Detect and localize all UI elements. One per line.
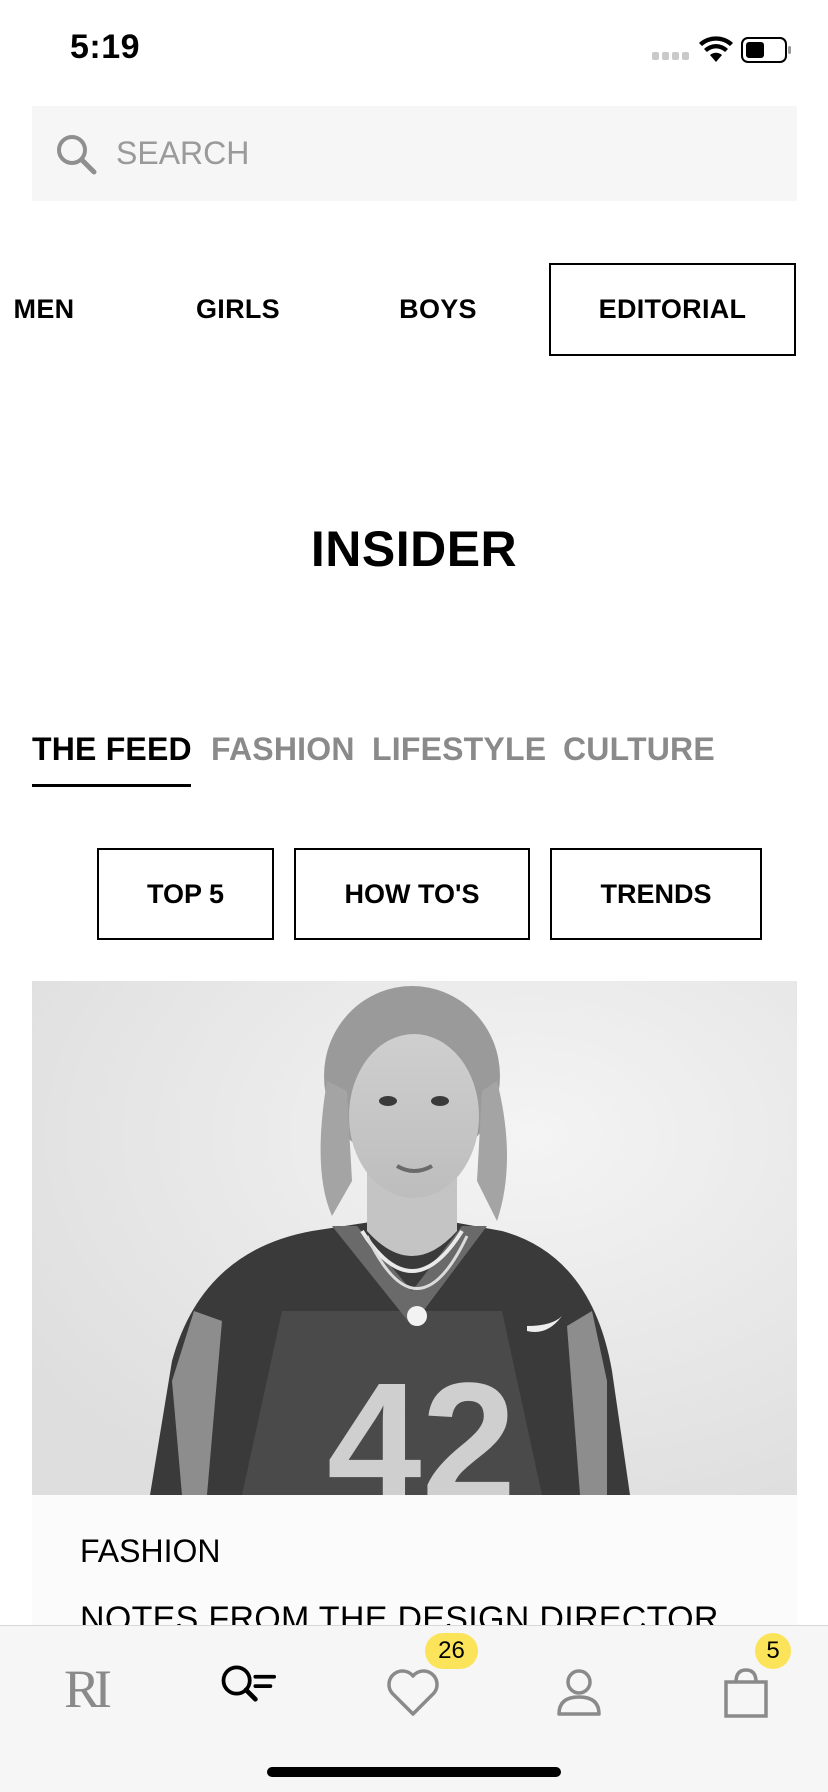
tab-lifestyle[interactable]: LIFESTYLE	[372, 731, 546, 768]
filter-how-tos[interactable]: HOW TO'S	[294, 848, 530, 940]
page-title: INSIDER	[310, 521, 518, 577]
svg-text:42: 42	[327, 1348, 516, 1495]
logo-icon[interactable]: RI	[55, 1654, 115, 1724]
active-tab-indicator	[32, 784, 191, 787]
article-category: FASHION	[80, 1533, 221, 1569]
tab-the-feed[interactable]: THE FEED	[32, 731, 192, 768]
portrait-photo: 42	[32, 981, 797, 1495]
logo-text: RI	[64, 1659, 112, 1719]
wifi-icon	[699, 36, 733, 62]
bag-icon[interactable]	[716, 1662, 776, 1722]
status-time: 5:19	[70, 28, 141, 66]
category-girls[interactable]: GIRLS	[180, 263, 296, 356]
cellular-signal-icon	[652, 52, 689, 60]
battery-icon	[741, 37, 791, 63]
cart-badge: 5	[755, 1633, 791, 1669]
search-input[interactable]	[116, 106, 736, 201]
category-boys[interactable]: BOYS	[380, 263, 496, 356]
user-icon[interactable]	[549, 1662, 609, 1722]
search-icon	[57, 135, 97, 175]
category-editorial[interactable]: EDITORIAL	[549, 263, 796, 356]
category-men[interactable]: MEN	[0, 263, 88, 356]
search-list-icon[interactable]	[216, 1658, 276, 1718]
tab-culture[interactable]: CULTURE	[563, 731, 715, 768]
filter-top-5[interactable]: TOP 5	[97, 848, 274, 940]
tab-fashion[interactable]: FASHION	[211, 731, 355, 768]
filter-trends[interactable]: TRENDS	[550, 848, 762, 940]
home-indicator	[267, 1767, 561, 1777]
article-image[interactable]: 42	[32, 981, 797, 1495]
search-bar[interactable]	[32, 106, 797, 201]
favorites-badge: 26	[425, 1633, 478, 1669]
status-bar: 5:19	[0, 0, 828, 100]
heart-icon[interactable]	[383, 1662, 443, 1722]
category-nav: MEN GIRLS BOYS EDITORIAL	[0, 263, 828, 356]
